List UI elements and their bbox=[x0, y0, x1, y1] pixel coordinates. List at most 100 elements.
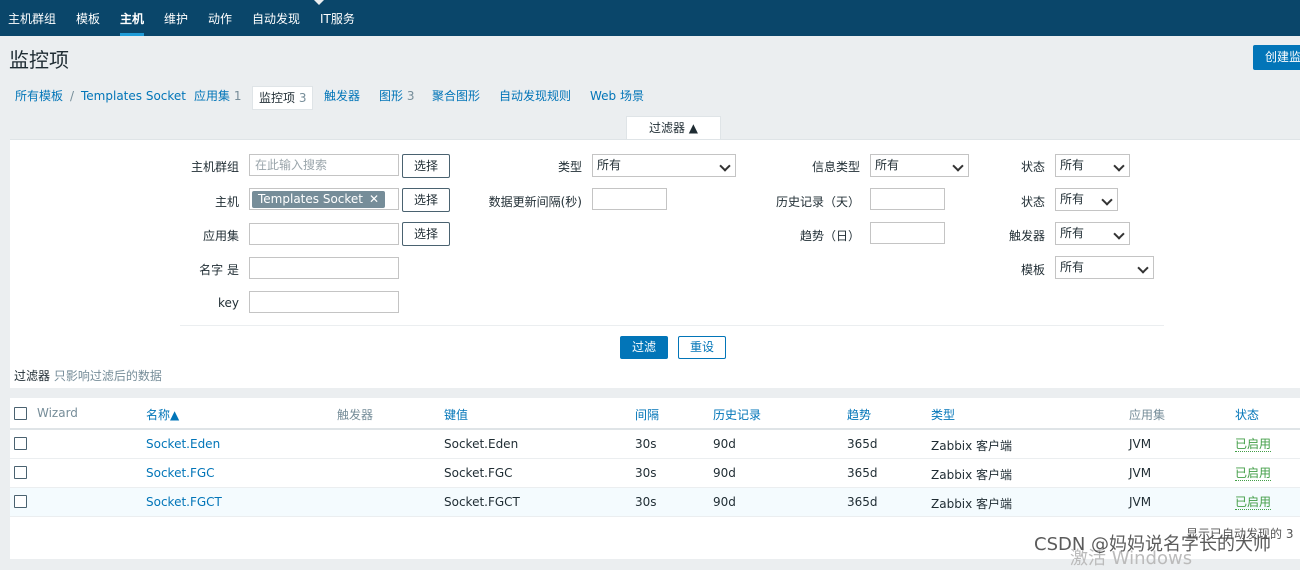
application-input[interactable] bbox=[249, 223, 399, 245]
tab-discovery-rules[interactable]: 自动发现规则 bbox=[499, 84, 571, 106]
nav-it-services[interactable]: IT服务 bbox=[320, 0, 355, 36]
key-input[interactable] bbox=[249, 291, 399, 313]
column-wizard: Wizard bbox=[37, 406, 78, 420]
nav-actions[interactable]: 动作 bbox=[208, 0, 232, 36]
page-title: 监控项 bbox=[9, 48, 69, 72]
item-application: JVM bbox=[1129, 437, 1152, 451]
tab-label: Web 场景 bbox=[590, 89, 644, 103]
host-group-label: 主机群组 bbox=[190, 160, 239, 174]
tab-graphs[interactable]: 图形 3 bbox=[379, 84, 414, 106]
chevron-down-icon bbox=[1137, 262, 1149, 274]
item-name-link[interactable]: Socket.FGCT bbox=[146, 495, 222, 509]
interval-label: 数据更新间隔(秒) bbox=[488, 195, 582, 209]
item-name-link[interactable]: Socket.FGC bbox=[146, 466, 215, 480]
status-label: 状态 bbox=[1020, 195, 1045, 209]
item-key: Socket.FGC bbox=[444, 466, 513, 480]
row-checkbox[interactable] bbox=[14, 466, 27, 479]
column-name[interactable]: 名称▲ bbox=[146, 406, 179, 423]
state-select[interactable]: 所有 bbox=[1055, 154, 1130, 177]
trends-input[interactable] bbox=[870, 222, 945, 244]
host-select-button[interactable]: 选择 bbox=[402, 188, 450, 212]
tab-label: 自动发现规则 bbox=[499, 89, 572, 103]
breadcrumb-all-templates[interactable]: 所有模板 bbox=[15, 84, 63, 106]
filter-note-title: 过滤器 bbox=[14, 369, 51, 383]
item-history: 90d bbox=[713, 466, 736, 480]
info-type-select[interactable]: 所有 bbox=[870, 154, 969, 177]
item-interval: 30s bbox=[635, 437, 657, 451]
application-select-button[interactable]: 选择 bbox=[402, 222, 450, 246]
type-select[interactable]: 所有 bbox=[592, 154, 736, 177]
item-type: Zabbix 客户端 bbox=[931, 439, 1013, 453]
triggers-select[interactable]: 所有 bbox=[1055, 222, 1130, 245]
host-chip: Templates Socket ✕ bbox=[252, 191, 386, 208]
nav-templates[interactable]: 模板 bbox=[76, 0, 100, 36]
tab-triggers[interactable]: 触发器 bbox=[324, 84, 360, 106]
header-divider bbox=[10, 428, 1300, 430]
tab-label: 图形 bbox=[379, 89, 404, 103]
column-type[interactable]: 类型 bbox=[931, 406, 955, 423]
row-checkbox[interactable] bbox=[14, 495, 27, 508]
row-checkbox[interactable] bbox=[14, 437, 27, 450]
tab-count: 3 bbox=[406, 89, 415, 103]
item-name-link[interactable]: Socket.Eden bbox=[146, 437, 220, 451]
type-label: 类型 bbox=[557, 160, 582, 174]
column-triggers: 触发器 bbox=[337, 408, 374, 422]
column-status[interactable]: 状态 bbox=[1235, 406, 1259, 423]
chevron-down-icon bbox=[1113, 160, 1125, 172]
item-status-toggle[interactable]: 已启用 bbox=[1235, 437, 1272, 452]
chevron-down-icon bbox=[952, 160, 964, 172]
item-key: Socket.FGCT bbox=[444, 495, 520, 509]
item-status-toggle[interactable]: 已启用 bbox=[1235, 495, 1272, 510]
item-application: JVM bbox=[1129, 466, 1152, 480]
nav-host-groups[interactable]: 主机群组 bbox=[8, 0, 56, 36]
column-key[interactable]: 键值 bbox=[444, 406, 468, 423]
template-label: 模板 bbox=[1020, 263, 1045, 277]
filter-toggle-tab[interactable]: 过滤器 ▲ bbox=[626, 116, 721, 140]
item-type: Zabbix 客户端 bbox=[931, 497, 1013, 511]
tab-label: 应用集 bbox=[194, 89, 231, 103]
remove-chip-icon[interactable]: ✕ bbox=[369, 192, 379, 206]
breadcrumb-separator: / bbox=[70, 89, 75, 103]
host-chip-label: Templates Socket bbox=[258, 192, 363, 206]
column-applications: 应用集 bbox=[1129, 408, 1166, 422]
name-label: 名字 是 bbox=[199, 263, 239, 277]
item-status-toggle[interactable]: 已启用 bbox=[1235, 466, 1272, 481]
tab-items[interactable]: 监控项 3 bbox=[252, 86, 314, 110]
breadcrumb-template[interactable]: Templates Socket bbox=[81, 84, 186, 106]
history-label: 历史记录（天） bbox=[775, 195, 860, 209]
template-tabs: 所有模板 / Templates Socket 应用集 1 监控项 3 触发器 … bbox=[0, 84, 1300, 110]
history-input[interactable] bbox=[870, 188, 945, 210]
item-application: JVM bbox=[1129, 495, 1152, 509]
tab-screens[interactable]: 聚合图形 bbox=[432, 84, 480, 106]
row-divider bbox=[10, 458, 1300, 459]
reset-filter-button[interactable]: 重设 bbox=[678, 336, 726, 359]
nav-maintenance[interactable]: 维护 bbox=[164, 0, 188, 36]
create-item-button[interactable]: 创建监 bbox=[1253, 45, 1300, 70]
tab-applications[interactable]: 应用集 1 bbox=[194, 84, 241, 106]
select-all-checkbox[interactable] bbox=[14, 407, 27, 420]
host-group-select-button[interactable]: 选择 bbox=[402, 154, 450, 178]
trends-label: 趋势（日） bbox=[799, 229, 860, 243]
template-select[interactable]: 所有 bbox=[1055, 256, 1154, 279]
nav-hosts[interactable]: 主机 bbox=[120, 0, 145, 36]
column-interval[interactable]: 间隔 bbox=[635, 406, 659, 423]
top-navigation: 主机群组 模板 主机 维护 动作 自动发现 IT服务 bbox=[0, 0, 1300, 36]
status-value: 所有 bbox=[1060, 192, 1085, 206]
column-trends[interactable]: 趋势 bbox=[847, 406, 871, 423]
interval-input[interactable] bbox=[592, 188, 667, 210]
host-group-input[interactable]: 在此输入搜索 bbox=[249, 154, 399, 176]
chevron-down-icon bbox=[719, 160, 731, 172]
nav-discovery[interactable]: 自动发现 bbox=[252, 0, 300, 36]
apply-filter-button[interactable]: 过滤 bbox=[620, 336, 668, 359]
name-input[interactable] bbox=[249, 257, 399, 279]
item-trends: 365d bbox=[847, 437, 878, 451]
csdn-watermark: CSDN @妈妈说名字长的大帅 bbox=[1034, 534, 1272, 555]
item-key: Socket.Eden bbox=[444, 437, 519, 451]
column-history[interactable]: 历史记录 bbox=[713, 406, 761, 423]
triggers-value: 所有 bbox=[1060, 226, 1085, 240]
tab-count: 1 bbox=[233, 89, 242, 103]
item-history: 90d bbox=[713, 437, 736, 451]
item-history: 90d bbox=[713, 495, 736, 509]
status-select[interactable]: 所有 bbox=[1055, 188, 1118, 211]
tab-web-scenarios[interactable]: Web 场景 bbox=[590, 84, 644, 106]
